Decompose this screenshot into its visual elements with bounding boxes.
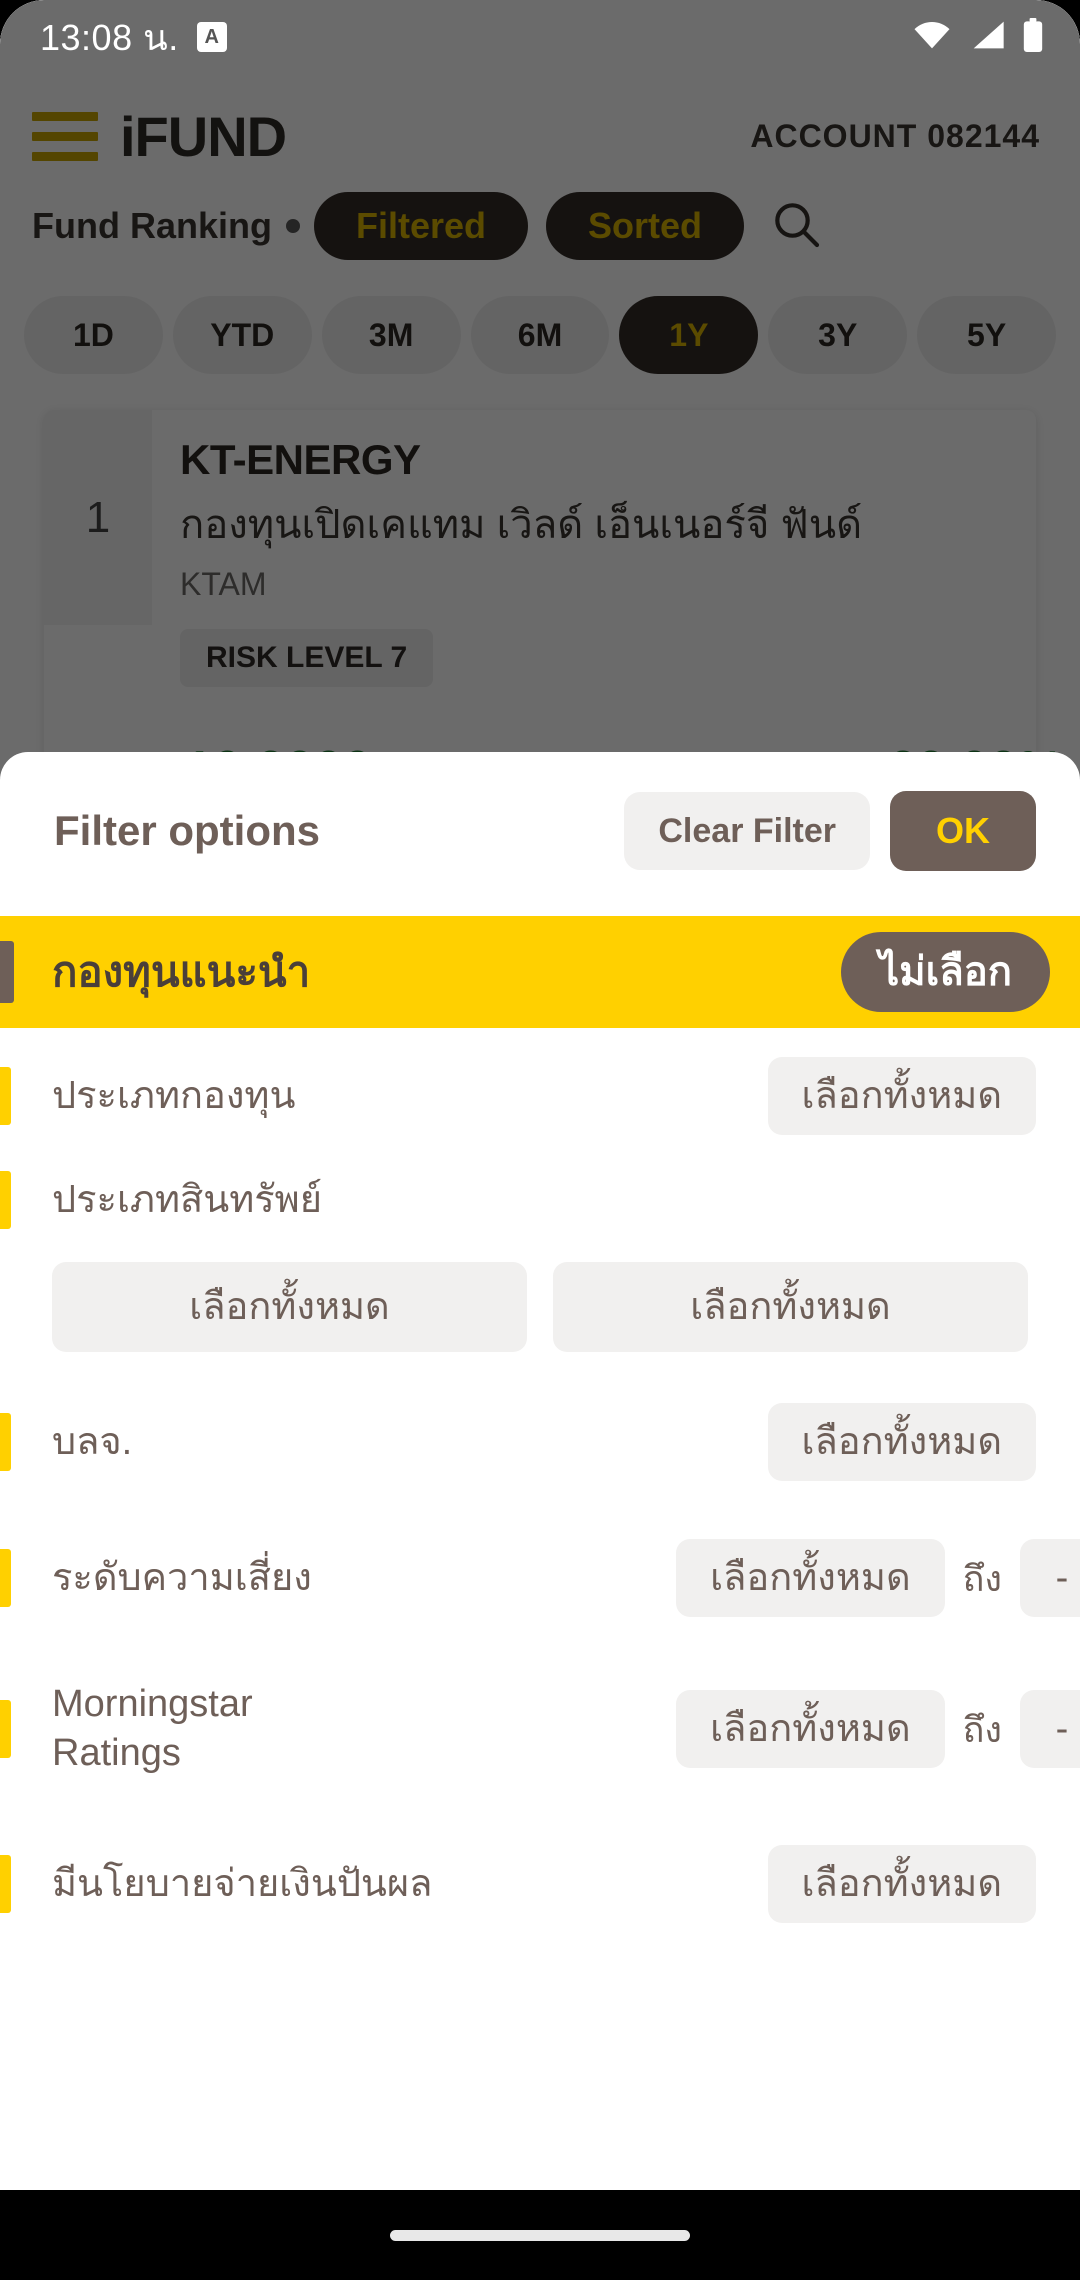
filter-asset-type-values: เลือกทั้งหมด เลือกทั้งหมด xyxy=(0,1262,1080,1352)
row-accent-bar xyxy=(0,1067,11,1125)
filter-row-recommended-funds[interactable]: กองทุนแนะนำ ไม่เลือก xyxy=(0,916,1080,1028)
filter-label-recommended-funds: กองทุนแนะนำ xyxy=(52,948,311,996)
filter-range-separator-risk: ถึง xyxy=(962,1557,1002,1599)
home-indicator[interactable] xyxy=(390,2229,690,2241)
filter-label-fund-type: ประเภทกองทุน xyxy=(52,1074,296,1117)
row-accent-bar xyxy=(0,1171,11,1229)
filter-row-asset-type[interactable]: ประเภทสินทรัพย์ xyxy=(0,1164,1080,1236)
app-notification-badge-icon: A xyxy=(196,22,227,52)
filter-label-amc: บลจ. xyxy=(52,1420,133,1463)
filter-row-fund-type[interactable]: ประเภทกองทุน เลือกทั้งหมด xyxy=(0,1028,1080,1164)
filter-row-dividend-policy[interactable]: มีนโยบายจ่ายเงินปันผล เลือกทั้งหมด xyxy=(0,1814,1080,1954)
filter-value-fund-type[interactable]: เลือกทั้งหมด xyxy=(767,1057,1036,1135)
row-accent-bar xyxy=(0,1413,11,1471)
filter-label-dividend-policy: มีนโยบายจ่ายเงินปันผล xyxy=(52,1862,433,1905)
filter-value-risk-level-from[interactable]: เลือกทั้งหมด xyxy=(676,1539,945,1617)
row-accent-bar xyxy=(0,1855,11,1913)
filter-row-morningstar-ratings[interactable]: Morningstar Ratings เลือกทั้งหมด ถึง - xyxy=(0,1644,1080,1814)
system-navigation-bar xyxy=(0,2190,1080,2280)
battery-icon xyxy=(1022,17,1044,57)
filter-value-asset-type-a[interactable]: เลือกทั้งหมด xyxy=(52,1262,527,1352)
filter-range-separator-morningstar: ถึง xyxy=(962,1708,1002,1750)
row-accent-bar xyxy=(0,941,14,1003)
signal-icon xyxy=(968,20,1006,55)
filter-row-amc[interactable]: บลจ. เลือกทั้งหมด xyxy=(0,1372,1080,1512)
sheet-header: Filter options Clear Filter OK xyxy=(0,752,1080,910)
sheet-title: Filter options xyxy=(54,807,320,854)
filter-rows: กองทุนแนะนำ ไม่เลือก ประเภทกองทุน เลือกท… xyxy=(0,916,1080,1954)
phone-screen: iFUND ACCOUNT 082144 Fund Ranking Filter… xyxy=(0,0,1080,2280)
status-bar-clock: 13:08 น. xyxy=(40,16,179,58)
filter-value-dividend-policy[interactable]: เลือกทั้งหมด xyxy=(767,1845,1036,1923)
wifi-icon xyxy=(912,20,952,55)
filter-label-asset-type: ประเภทสินทรัพย์ xyxy=(52,1178,322,1221)
clear-filter-button[interactable]: Clear Filter xyxy=(624,792,870,870)
filter-options-sheet: Filter options Clear Filter OK กองทุนแนะ… xyxy=(0,752,1080,2190)
filter-value-risk-level-to[interactable]: - xyxy=(1020,1539,1080,1617)
ok-button[interactable]: OK xyxy=(890,791,1036,871)
filter-label-morningstar-ratings: Morningstar Ratings xyxy=(52,1683,253,1774)
filter-value-asset-type-b[interactable]: เลือกทั้งหมด xyxy=(553,1262,1028,1352)
filter-label-risk-level: ระดับความเสี่ยง xyxy=(52,1556,312,1599)
filter-value-morningstar-from[interactable]: เลือกทั้งหมด xyxy=(676,1690,945,1768)
row-accent-bar xyxy=(0,1700,11,1758)
filter-value-amc[interactable]: เลือกทั้งหมด xyxy=(767,1403,1036,1481)
filter-row-risk-level[interactable]: ระดับความเสี่ยง เลือกทั้งหมด ถึง - xyxy=(0,1512,1080,1644)
status-bar: 13:08 น. A xyxy=(0,0,1080,74)
row-accent-bar xyxy=(0,1549,11,1607)
filter-value-recommended-funds[interactable]: ไม่เลือก xyxy=(841,932,1050,1012)
filter-value-morningstar-to[interactable]: - xyxy=(1020,1690,1080,1768)
